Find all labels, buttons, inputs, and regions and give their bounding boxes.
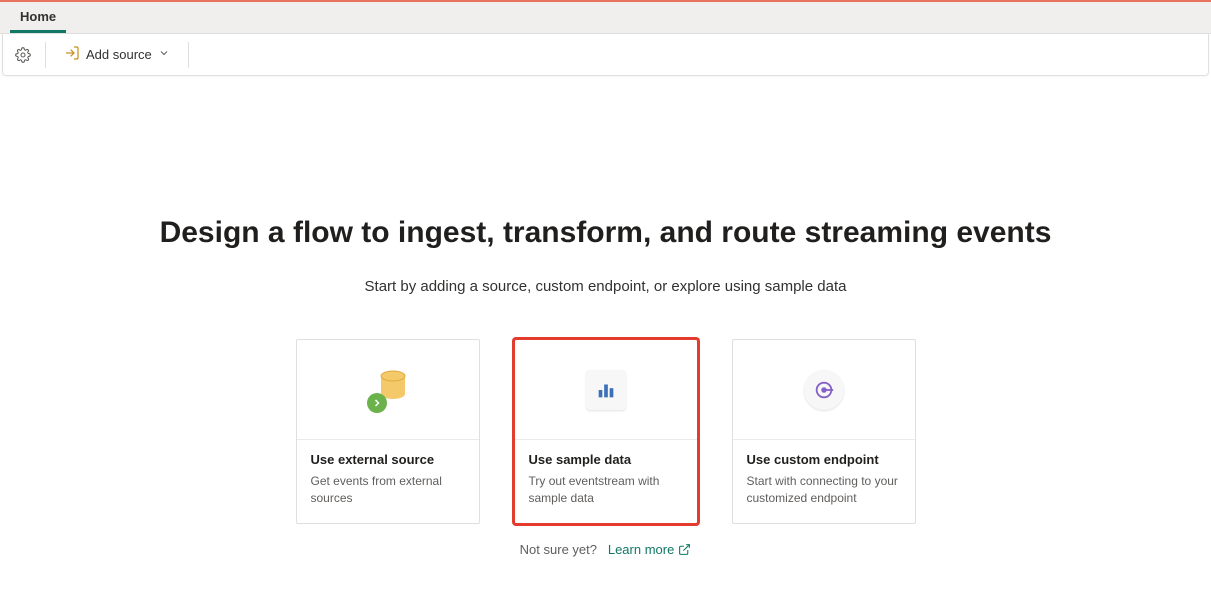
card-icon-area xyxy=(297,340,479,440)
card-icon-area xyxy=(733,340,915,440)
card-sample-data[interactable]: Use sample data Try out eventstream with… xyxy=(514,339,698,524)
settings-button[interactable] xyxy=(11,43,35,67)
add-source-button[interactable]: Add source xyxy=(56,41,178,68)
tab-home[interactable]: Home xyxy=(10,3,66,33)
toolbar-divider-2 xyxy=(188,42,189,68)
hero: Design a flow to ingest, transform, and … xyxy=(0,216,1211,557)
database-arrow-icon xyxy=(365,364,411,415)
footer-help: Not sure yet? Learn more xyxy=(40,542,1171,557)
card-row: Use external source Get events from exte… xyxy=(40,339,1171,524)
card-external-source[interactable]: Use external source Get events from exte… xyxy=(296,339,480,524)
card-title: Use sample data xyxy=(529,452,683,467)
card-custom-endpoint[interactable]: Use custom endpoint Start with connectin… xyxy=(732,339,916,524)
card-body: Use sample data Try out eventstream with… xyxy=(515,440,697,523)
endpoint-icon xyxy=(804,370,844,410)
chevron-down-icon xyxy=(158,47,170,62)
card-desc: Start with connecting to your customized… xyxy=(747,473,901,507)
add-source-label: Add source xyxy=(86,47,152,62)
page-subtitle: Start by adding a source, custom endpoin… xyxy=(40,278,1171,295)
not-sure-text: Not sure yet? xyxy=(520,542,597,557)
card-title: Use custom endpoint xyxy=(747,452,901,467)
learn-more-link[interactable]: Learn more xyxy=(608,542,691,557)
card-desc: Get events from external sources xyxy=(311,473,465,507)
page-title: Design a flow to ingest, transform, and … xyxy=(40,216,1171,250)
toolbar: Add source xyxy=(2,34,1209,76)
learn-more-label: Learn more xyxy=(608,542,674,557)
card-icon-area xyxy=(515,340,697,440)
toolbar-divider xyxy=(45,42,46,68)
external-link-icon xyxy=(678,543,691,556)
tab-home-label: Home xyxy=(20,9,56,24)
add-source-icon xyxy=(64,45,80,64)
gear-icon xyxy=(15,47,31,63)
bar-chart-icon xyxy=(586,370,626,410)
card-body: Use external source Get events from exte… xyxy=(297,440,479,523)
card-desc: Try out eventstream with sample data xyxy=(529,473,683,507)
ribbon-tabs: Home xyxy=(0,2,1211,34)
card-title: Use external source xyxy=(311,452,465,467)
card-body: Use custom endpoint Start with connectin… xyxy=(733,440,915,523)
